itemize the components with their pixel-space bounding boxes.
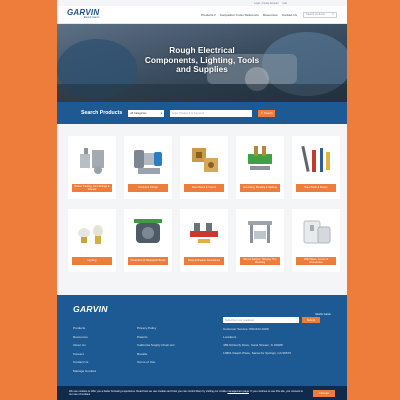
category-label: Lighting xyxy=(72,257,112,265)
category-label: Conduit & Fittings xyxy=(128,184,168,192)
header-search-input[interactable]: Search products ⚲ xyxy=(303,11,337,18)
footer-logo[interactable]: GARVIN Electric Garvin xyxy=(73,305,331,316)
panel-icon xyxy=(190,223,218,243)
cookie-management-link[interactable]: management page xyxy=(227,390,249,393)
page: Login / Create Account Cart GARVIN Elect… xyxy=(57,0,347,400)
footer-links-primary: Products Resources About Us Careers Cont… xyxy=(73,326,137,373)
category-card-hand-tools[interactable]: Hand Tools & Meters xyxy=(292,136,340,199)
cookie-text: We use cookies to offer you a better bro… xyxy=(69,389,227,393)
product-categories-grid: Ballast Training, Cord Fittings & Clamps… xyxy=(57,124,347,295)
cookie-accept-button[interactable]: I Accept xyxy=(313,389,335,397)
category-selected: All Categories xyxy=(130,111,147,115)
footer-contact: Subscribe to our newsletter Submit Custo… xyxy=(223,317,331,373)
tools-icon xyxy=(301,145,330,172)
category-card-panel-accessories[interactable]: Panel & Breaker Accessories xyxy=(180,209,228,272)
wallplate-icon xyxy=(303,220,331,244)
category-label: Strut & Support, Hanging, Box Mounting xyxy=(240,257,280,266)
footer: GARVIN Electric Garvin Products Resource… xyxy=(57,295,347,400)
footer-link-privacy[interactable]: Privacy Policy xyxy=(137,326,223,330)
box-icon xyxy=(134,219,162,243)
category-label: Panel & Breaker Accessories xyxy=(184,257,224,265)
lighting-icon xyxy=(78,225,103,244)
footer-link-patents[interactable]: Patents xyxy=(137,335,223,339)
nav-products[interactable]: Products ▾ xyxy=(201,13,216,17)
category-card-wall-plates[interactable]: Wall Plates, Covers & Accessories xyxy=(292,209,340,272)
nav-cross-reference[interactable]: Competitor Cross Reference xyxy=(220,13,259,17)
locations-heading: Locations xyxy=(223,334,237,339)
category-card-strut-support[interactable]: Strut & Support, Hanging, Box Mounting xyxy=(236,209,284,272)
search-products-label: Search Products xyxy=(81,110,123,116)
address-santa-fe-springs: 13801 Reach Place, Santa Fe Springs, CA … xyxy=(223,350,291,355)
cookie-banner: We use cookies to offer you a better bro… xyxy=(57,386,347,400)
hero-title-line-3: and Supplies xyxy=(176,64,228,75)
category-card-cord-fittings[interactable]: Ballast Training, Cord Fittings & Clamps xyxy=(68,136,116,199)
nav-contact[interactable]: Contact Us xyxy=(282,13,297,17)
search-icon[interactable]: ⚲ xyxy=(332,13,334,16)
footer-link-manage-cookies[interactable]: Manage Cookies xyxy=(73,369,137,373)
footer-logo-wordmark: GARVIN xyxy=(73,304,108,314)
login-link[interactable]: Login / Create Account xyxy=(254,2,278,5)
newsletter-placeholder: Subscribe to our newsletter xyxy=(225,318,254,322)
search-button-label: Search xyxy=(263,111,273,115)
header-search-placeholder: Search products xyxy=(306,13,325,16)
cookie-message: We use cookies to offer you a better bro… xyxy=(69,390,307,397)
connector-icon xyxy=(80,148,104,174)
address-carol-stream: 489 Kimberly Drive, Carol Stream, IL 601… xyxy=(223,342,283,347)
hero-banner: Rough Electrical Components, Lighting, T… xyxy=(57,24,347,102)
customer-service-phone[interactable]: Customer Service: 800-624-0168 xyxy=(223,327,331,331)
category-label: Wall Plates, Covers & Accessories xyxy=(296,257,336,266)
category-label: Floor Boxes & Covers xyxy=(184,184,224,192)
category-card-floor-boxes[interactable]: Floor Boxes & Covers xyxy=(180,136,228,199)
nav-resources[interactable]: Resources xyxy=(263,13,278,17)
category-card-grounding[interactable]: Grounding, Bonding & Splicing xyxy=(236,136,284,199)
category-label: Ballast Training, Cord Fittings & Clamps xyxy=(72,184,112,193)
chevron-down-icon: ▾ xyxy=(160,111,163,115)
footer-links-legal: Privacy Policy Patents California Supply… xyxy=(137,326,223,373)
footer-logo-subtitle: Electric Garvin xyxy=(315,312,331,316)
product-search-bar: Search Products All Categories ▾ Enter P… xyxy=(57,102,347,124)
hero-title: Rough Electrical Components, Lighting, T… xyxy=(57,45,347,75)
fitting-icon xyxy=(134,150,162,174)
floorbox-icon xyxy=(192,148,218,172)
grounding-icon xyxy=(248,146,272,170)
logo-subtitle: Electric Garvin xyxy=(83,16,100,20)
category-card-hazardous-boxes[interactable]: Hazardous & Waterproof Boxes xyxy=(124,209,172,272)
header: GARVIN Electric Garvin Products ▾ Compet… xyxy=(57,6,347,24)
footer-link-resources[interactable]: Resources xyxy=(73,335,137,339)
footer-columns: Products Resources About Us Careers Cont… xyxy=(73,317,331,373)
garvin-logo[interactable]: GARVIN Electric Garvin xyxy=(67,9,99,19)
footer-link-terms[interactable]: Terms of Use xyxy=(137,360,223,364)
category-label: Grounding, Bonding & Splicing xyxy=(240,184,280,192)
search-icon: ⚲ xyxy=(260,111,263,115)
footer-link-contact[interactable]: Contact Us xyxy=(73,360,137,364)
footer-link-products[interactable]: Products xyxy=(73,326,137,330)
newsletter-form: Subscribe to our newsletter Submit xyxy=(223,317,331,323)
footer-link-careers[interactable]: Careers xyxy=(73,352,137,356)
cart-link[interactable]: Cart xyxy=(282,2,287,5)
main-nav: Products ▾ Competitor Cross Reference Re… xyxy=(201,13,297,17)
category-card-conduit-fittings[interactable]: Conduit & Fittings xyxy=(124,136,172,199)
category-card-lighting[interactable]: Lighting xyxy=(68,209,116,272)
category-label: Hand Tools & Meters xyxy=(296,184,336,192)
newsletter-input[interactable]: Subscribe to our newsletter xyxy=(223,317,299,323)
category-label: Hazardous & Waterproof Boxes xyxy=(128,257,168,265)
product-search-placeholder: Enter Product # or Keyword xyxy=(172,111,205,115)
newsletter-submit-button[interactable]: Submit xyxy=(302,317,320,323)
category-select[interactable]: All Categories ▾ xyxy=(128,109,165,117)
footer-link-supply-chain[interactable]: California Supply Chain Act xyxy=(137,343,223,347)
search-button[interactable]: ⚲ Search xyxy=(258,109,276,117)
footer-link-about[interactable]: About Us xyxy=(73,343,137,347)
product-search-input[interactable]: Enter Product # or Keyword xyxy=(170,109,253,117)
footer-link-recalls[interactable]: Recalls xyxy=(137,352,223,356)
strut-icon xyxy=(248,221,272,243)
